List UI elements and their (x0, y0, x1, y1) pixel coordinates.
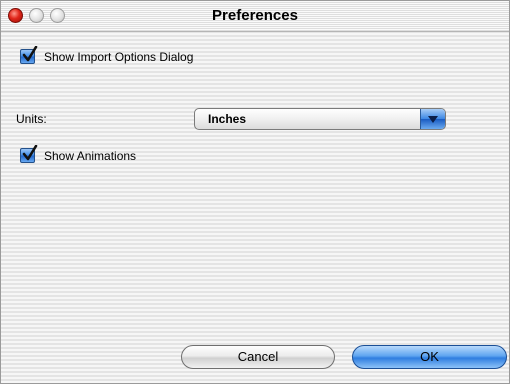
chevron-down-icon (428, 116, 438, 123)
units-label: Units: (16, 112, 47, 126)
show-animations-row[interactable]: Show Animations (20, 145, 137, 163)
show-import-options-row[interactable]: Show Import Options Dialog (20, 46, 194, 64)
preferences-window: Preferences Show Import Options Dialog U… (0, 0, 510, 384)
window-title: Preferences (212, 7, 298, 24)
show-animations-label: Show Animations (44, 148, 137, 163)
cancel-button[interactable]: Cancel (181, 345, 335, 369)
checkmark-icon (22, 145, 38, 161)
units-select[interactable]: Inches (194, 108, 446, 130)
show-import-options-label: Show Import Options Dialog (44, 49, 194, 64)
units-dropdown-arrow[interactable] (420, 109, 445, 129)
show-animations-checkbox[interactable] (20, 145, 38, 163)
show-import-options-checkbox[interactable] (20, 46, 38, 64)
ok-button[interactable]: OK (352, 345, 507, 369)
checkmark-icon (22, 46, 38, 62)
title-bar[interactable]: Preferences (1, 1, 509, 32)
units-selected-value: Inches (208, 112, 247, 126)
